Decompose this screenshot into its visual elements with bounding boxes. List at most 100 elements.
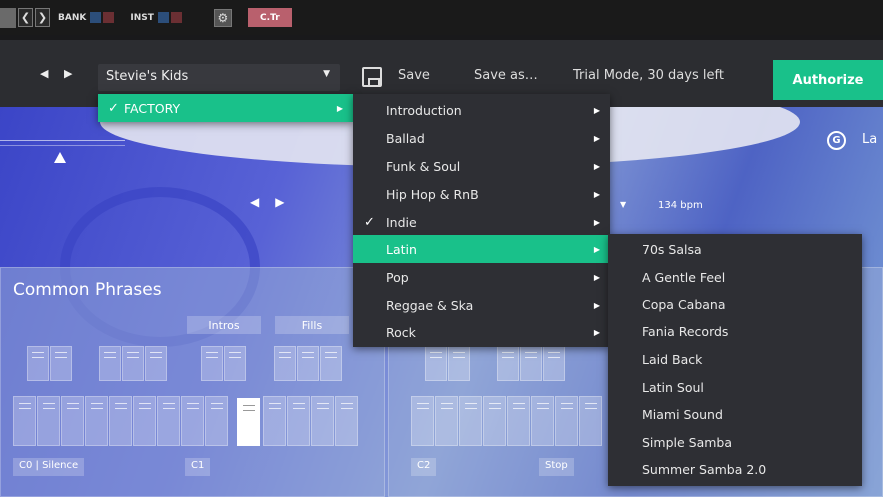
menu-item-style[interactable]: 70s Salsa: [608, 235, 862, 263]
phrase-key[interactable]: [50, 346, 72, 381]
phrase-key[interactable]: [85, 396, 108, 446]
chevron-right-icon: ▶: [593, 327, 600, 337]
phrase-key[interactable]: [122, 346, 144, 381]
phrase-key[interactable]: [297, 346, 319, 381]
phrase-key[interactable]: [157, 396, 180, 446]
phrase-key[interactable]: [311, 396, 334, 446]
phrase-key[interactable]: [99, 346, 121, 381]
menu-item-rock[interactable]: Rock ▶: [353, 318, 610, 346]
phrase-key[interactable]: [37, 396, 60, 446]
host-next-button[interactable]: ❯: [35, 8, 50, 27]
phrase-key[interactable]: [531, 396, 554, 446]
menu-item-funk-soul[interactable]: Funk & Soul ▶: [353, 152, 610, 180]
save-button[interactable]: Save: [398, 68, 430, 83]
phrase-key[interactable]: [263, 396, 286, 446]
playhead-triangle-icon[interactable]: [54, 152, 66, 163]
tempo-value[interactable]: 134 bpm: [658, 200, 703, 211]
ctr-button[interactable]: C.Tr: [247, 8, 292, 27]
phrase-key[interactable]: [109, 396, 132, 446]
check-icon: ✓: [364, 214, 375, 230]
menu-item-label: Hip Hop & RnB: [386, 186, 479, 202]
chevron-right-icon: ▶: [336, 103, 343, 113]
bank-menu: ✓ FACTORY ▶: [98, 94, 353, 122]
bank-label: BANK: [58, 12, 87, 23]
host-prev-button[interactable]: ❮: [18, 8, 33, 27]
menu-item-style[interactable]: Copa Cabana: [608, 290, 862, 318]
phrase-key[interactable]: [483, 396, 506, 446]
menu-item-label: Indie: [386, 214, 417, 230]
host-left-block: [0, 7, 16, 28]
save-icon[interactable]: [362, 67, 382, 87]
menu-item-style[interactable]: Summer Samba 2.0: [608, 455, 862, 483]
menu-item-hip-hop-rnb[interactable]: Hip Hop & RnB ▶: [353, 180, 610, 208]
authorize-button[interactable]: Authorize: [773, 60, 883, 100]
menu-item-factory[interactable]: ✓ FACTORY ▶: [98, 94, 353, 122]
menu-item-introduction[interactable]: Introduction ▶: [353, 96, 610, 124]
phrase-key[interactable]: [13, 396, 36, 446]
bank-indicator-red[interactable]: [103, 12, 115, 23]
phrase-key[interactable]: [425, 346, 447, 381]
tempo-chevron-down-icon[interactable]: ▼: [620, 200, 626, 209]
menu-item-latin[interactable]: Latin ▶: [353, 235, 610, 263]
intros-tag: Intros: [187, 316, 261, 334]
phrase-key[interactable]: [320, 346, 342, 381]
phrase-key[interactable]: [448, 346, 470, 381]
prev-preset-icon[interactable]: ◀: [40, 67, 48, 80]
menu-item-label: Introduction: [386, 102, 462, 118]
phrase-key[interactable]: [520, 346, 542, 381]
phrase-key[interactable]: [555, 396, 578, 446]
pattern-nav-arrows[interactable]: ◀▶: [250, 195, 300, 209]
save-as-button[interactable]: Save as…: [474, 68, 538, 83]
phrase-key[interactable]: [335, 396, 358, 446]
menu-item-label: Pop: [386, 269, 409, 285]
common-phrases-panel: Common Phrases Intros Fills C0 | Silence…: [0, 267, 385, 497]
phrase-key[interactable]: [274, 346, 296, 381]
latin-style-menu: 70s Salsa A Gentle Feel Copa Cabana Fani…: [608, 234, 862, 486]
inst-indicator-red[interactable]: [170, 12, 182, 23]
phrase-key[interactable]: [181, 396, 204, 446]
phrase-key[interactable]: [497, 346, 519, 381]
phrase-key[interactable]: [205, 396, 228, 446]
phrase-key[interactable]: [201, 346, 223, 381]
phrase-key[interactable]: [224, 346, 246, 381]
phrase-key-active[interactable]: [237, 398, 260, 446]
phrase-key[interactable]: [145, 346, 167, 381]
phrase-key[interactable]: [459, 396, 482, 446]
phrase-key[interactable]: [507, 396, 530, 446]
menu-item-style[interactable]: Simple Samba: [608, 428, 862, 456]
phrase-key[interactable]: [61, 396, 84, 446]
phrase-key[interactable]: [411, 396, 434, 446]
trial-mode-text: Trial Mode, 30 days left: [573, 68, 724, 83]
divider-line: [0, 140, 125, 141]
menu-item-style[interactable]: A Gentle Feel: [608, 263, 862, 291]
phrase-key[interactable]: [435, 396, 458, 446]
menu-item-indie[interactable]: ✓ Indie ▶: [353, 208, 610, 236]
next-preset-icon[interactable]: ▶: [64, 67, 72, 80]
menu-item-label: Funk & Soul: [386, 158, 461, 174]
chevron-right-icon: ▶: [593, 217, 600, 227]
phrase-key[interactable]: [133, 396, 156, 446]
chevron-right-icon: ▶: [593, 133, 600, 143]
menu-item-style[interactable]: Latin Soul: [608, 373, 862, 401]
panel-title: Common Phrases: [13, 280, 162, 300]
logo-text-fragment: La: [862, 132, 878, 147]
gear-icon[interactable]: ⚙: [213, 8, 232, 27]
menu-item-ballad[interactable]: Ballad ▶: [353, 124, 610, 152]
preset-dropdown[interactable]: Stevie's Kids ▼: [98, 64, 340, 91]
note-label-c1: C1: [185, 458, 211, 476]
menu-item-label: Rock: [386, 324, 416, 340]
phrase-key[interactable]: [27, 346, 49, 381]
phrase-key[interactable]: [579, 396, 602, 446]
phrase-key[interactable]: [287, 396, 310, 446]
inst-indicator-blue[interactable]: [157, 12, 169, 23]
note-label-c2: C2: [411, 458, 437, 476]
menu-item-label: FACTORY: [124, 100, 181, 116]
menu-item-style[interactable]: Fania Records: [608, 317, 862, 345]
menu-item-label: Reggae & Ska: [386, 297, 474, 313]
bank-indicator-blue[interactable]: [90, 12, 102, 23]
menu-item-pop[interactable]: Pop ▶: [353, 263, 610, 291]
menu-item-style[interactable]: Miami Sound: [608, 400, 862, 428]
phrase-key[interactable]: [543, 346, 565, 381]
menu-item-style[interactable]: Laid Back: [608, 345, 862, 373]
menu-item-reggae-ska[interactable]: Reggae & Ska ▶: [353, 291, 610, 319]
